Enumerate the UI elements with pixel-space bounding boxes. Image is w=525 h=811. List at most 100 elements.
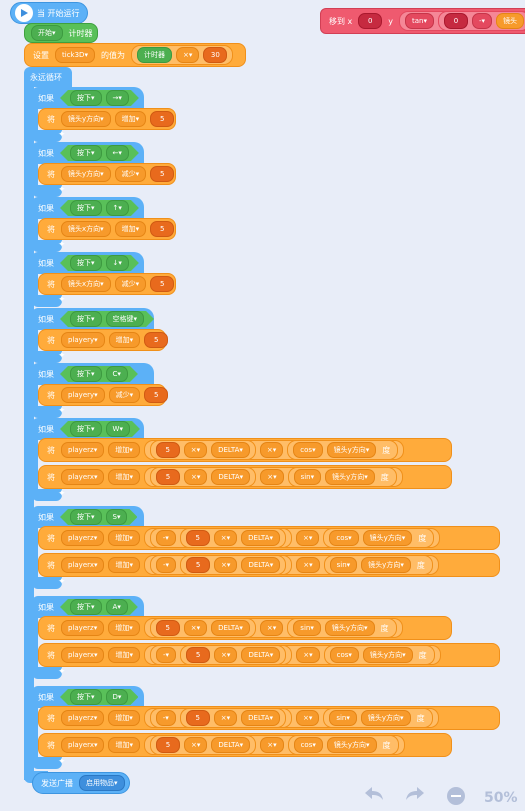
- variable-dropdown[interactable]: playerx: [61, 469, 105, 485]
- speed-input[interactable]: 5: [185, 530, 210, 546]
- multiply-op-dropdown[interactable]: ×: [295, 710, 320, 726]
- amount-input[interactable]: 5: [150, 276, 175, 292]
- multiply-reporter[interactable]: 5×DELTA×cos镜头y方向度: [144, 735, 405, 755]
- variable-dropdown[interactable]: 镜头y方向: [61, 111, 111, 127]
- if-block[interactable]: 如果按下→: [32, 87, 144, 109]
- move-to-block[interactable]: 移到 x 0 y tan 0 - 镜头: [320, 8, 525, 34]
- multiply-reporter[interactable]: 5×DELTA×sin镜头y方向度: [144, 467, 403, 487]
- trig-reporter[interactable]: cos镜头y方向度: [323, 645, 435, 665]
- amount-input[interactable]: 5: [150, 111, 175, 127]
- if-block[interactable]: 如果按下C: [32, 363, 154, 385]
- delta-variable[interactable]: DELTA: [211, 469, 251, 485]
- variable-dropdown[interactable]: playerz: [61, 620, 105, 636]
- change-variable-block[interactable]: 将playerx增加-5×DELTA×sin镜头y方向度: [38, 553, 500, 577]
- expand-icon[interactable]: ✦: [58, 406, 66, 416]
- expand-icon[interactable]: ✦: [58, 295, 66, 305]
- scaled-delta-reporter[interactable]: 5×DELTA: [179, 708, 286, 728]
- condition-dropdown[interactable]: 按下: [70, 255, 102, 271]
- delta-variable[interactable]: DELTA: [241, 710, 280, 726]
- inner-multiply-reporter[interactable]: -5×DELTA: [150, 555, 293, 575]
- forever-loop-block[interactable]: 永远循环: [24, 67, 72, 87]
- if-block[interactable]: 如果按下←: [32, 142, 144, 164]
- multiply-reporter[interactable]: -5×DELTA×sin镜头y方向度: [144, 555, 439, 575]
- multiply-op-dropdown[interactable]: ×: [259, 442, 284, 458]
- expand-icon[interactable]: ✦: [58, 185, 66, 195]
- key-pressed-condition[interactable]: 按下↓: [60, 255, 139, 271]
- change-variable-block[interactable]: 将镜头x方向增加5: [38, 218, 176, 240]
- key-pressed-condition[interactable]: 按下S: [60, 509, 137, 525]
- amount-input[interactable]: 5: [144, 332, 169, 348]
- key-pressed-condition[interactable]: 按下↑: [60, 200, 139, 216]
- change-variable-block[interactable]: 将playerz增加5×DELTA×cos镜头y方向度: [38, 438, 452, 462]
- multiply-op-dropdown[interactable]: ×: [183, 620, 208, 636]
- delta-variable[interactable]: DELTA: [241, 530, 280, 546]
- key-dropdown[interactable]: ←: [106, 145, 129, 161]
- change-variable-block[interactable]: 将playerz增加-5×DELTA×sin镜头y方向度: [38, 706, 500, 730]
- amount-input[interactable]: 5: [144, 387, 169, 403]
- start-hat-block[interactable]: 当 开始运行: [10, 2, 88, 24]
- multiply-op-dropdown[interactable]: ×: [213, 710, 238, 726]
- trig-reporter[interactable]: sin镜头y方向度: [287, 618, 397, 638]
- change-op-dropdown[interactable]: 减少: [114, 166, 147, 182]
- set-variable-block[interactable]: 设置 tick3D 的值为 计时器 × 30: [24, 43, 246, 67]
- multiply-reporter[interactable]: 计时器 × 30: [130, 45, 234, 65]
- multiply-op-dropdown[interactable]: ×: [214, 557, 238, 573]
- negate-op-dropdown[interactable]: -: [156, 647, 177, 663]
- delta-variable[interactable]: DELTA: [211, 737, 251, 753]
- angle-variable[interactable]: 镜头y方向: [324, 620, 375, 636]
- amount-input[interactable]: 5: [150, 221, 175, 237]
- undo-icon[interactable]: [363, 784, 385, 807]
- condition-dropdown[interactable]: 按下: [70, 200, 102, 216]
- multiply-op-dropdown[interactable]: ×: [213, 530, 238, 546]
- trig-reporter[interactable]: cos镜头y方向度: [323, 528, 435, 548]
- multiply-op-dropdown[interactable]: ×: [214, 647, 238, 663]
- change-op-dropdown[interactable]: 增加: [108, 620, 140, 636]
- variable-dropdown[interactable]: playerx: [61, 557, 105, 573]
- negate-op-dropdown[interactable]: -: [155, 710, 176, 726]
- negate-op-dropdown[interactable]: -: [156, 557, 177, 573]
- speed-input[interactable]: 5: [155, 620, 180, 636]
- key-pressed-condition[interactable]: 按下C: [60, 366, 138, 382]
- start-timer-block[interactable]: 开始 计时器: [24, 23, 98, 43]
- trig-reporter[interactable]: sin镜头y方向度: [323, 555, 433, 575]
- change-variable-block[interactable]: 将playerx增加5×DELTA×cos镜头y方向度: [38, 733, 452, 757]
- negate-op-dropdown[interactable]: -: [155, 530, 176, 546]
- delta-variable[interactable]: DELTA: [211, 442, 250, 458]
- y-reporter[interactable]: tan 0 - 镜头: [399, 11, 525, 31]
- if-block[interactable]: 如果按下W: [32, 418, 144, 440]
- change-op-dropdown[interactable]: 增加: [108, 332, 141, 348]
- key-dropdown[interactable]: ↑: [106, 200, 129, 216]
- variable-dropdown[interactable]: playerx: [61, 737, 105, 753]
- multiply-op-dropdown[interactable]: ×: [184, 469, 208, 485]
- multiply-reporter[interactable]: 5×DELTA×cos镜头y方向度: [143, 440, 405, 460]
- change-op-dropdown[interactable]: 减少: [114, 276, 147, 292]
- operator-dropdown[interactable]: ×: [175, 47, 200, 63]
- speed-input[interactable]: 5: [186, 557, 211, 573]
- scaled-delta-reporter[interactable]: 5×DELTA: [180, 555, 287, 575]
- inner-multiply-reporter[interactable]: 5×DELTA: [149, 618, 256, 638]
- expand-icon[interactable]: ✦: [58, 489, 66, 499]
- speed-input[interactable]: 5: [155, 442, 180, 458]
- multiply-reporter[interactable]: -5×DELTA×sin镜头y方向度: [143, 708, 439, 728]
- trig-reporter[interactable]: cos镜头y方向度: [287, 440, 399, 460]
- speed-input[interactable]: 5: [185, 710, 210, 726]
- inner-multiply-reporter[interactable]: -5×DELTA: [149, 528, 292, 548]
- change-variable-block[interactable]: 将playerx增加-5×DELTA×cos镜头y方向度: [38, 643, 500, 667]
- change-variable-block[interactable]: 将 playery减少5: [38, 384, 169, 406]
- delta-variable[interactable]: DELTA: [241, 647, 281, 663]
- if-block[interactable]: 如果按下空格键: [32, 308, 154, 330]
- change-op-dropdown[interactable]: 增加: [108, 557, 140, 573]
- trig-fn-dropdown[interactable]: sin: [293, 620, 321, 636]
- subtract-left-input[interactable]: 0: [444, 13, 469, 29]
- trig-reporter[interactable]: cos镜头y方向度: [287, 735, 399, 755]
- variable-dropdown[interactable]: 镜头x方向: [61, 276, 111, 292]
- broadcast-block[interactable]: 发送广播 启用物品: [32, 772, 130, 794]
- condition-dropdown[interactable]: 按下: [70, 145, 102, 161]
- angle-variable[interactable]: 镜头y方向: [361, 557, 411, 573]
- condition-dropdown[interactable]: 按下: [70, 366, 102, 382]
- speed-input[interactable]: 5: [156, 737, 180, 753]
- variable-dropdown[interactable]: playery: [61, 387, 105, 403]
- multiply-op-dropdown[interactable]: ×: [296, 557, 320, 573]
- trig-fn-dropdown[interactable]: sin: [329, 557, 358, 573]
- multiply-op-dropdown[interactable]: ×: [295, 530, 320, 546]
